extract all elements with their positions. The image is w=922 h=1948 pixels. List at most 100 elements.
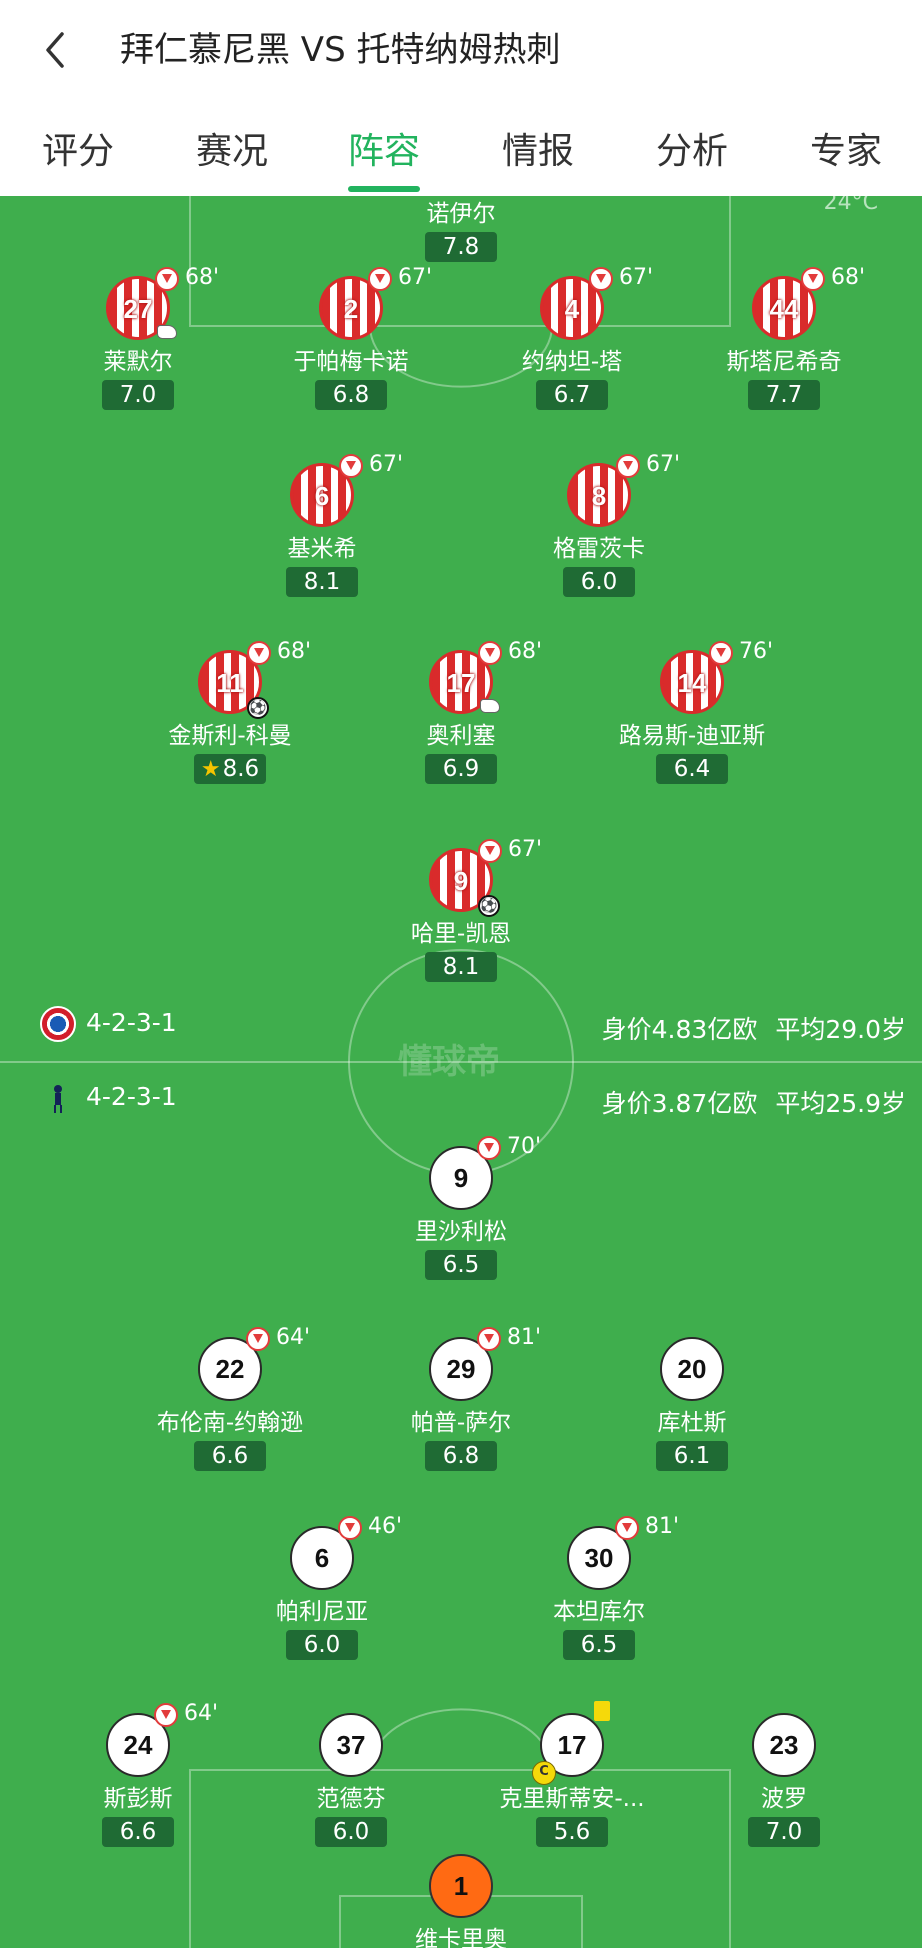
away-player-23[interactable]: 23 波罗 7.0: [654, 1713, 914, 1847]
away-player-20[interactable]: 20 库杜斯 6.1: [562, 1337, 822, 1471]
away-value-info: 身价3.87亿欧 平均25.9岁: [601, 1089, 906, 1118]
player-shirt: 23: [752, 1713, 816, 1777]
player-name: 格雷茨卡: [553, 536, 645, 562]
home-player-8[interactable]: 8 67' 格雷茨卡 6.0: [469, 452, 729, 597]
player-shirt: 2 67': [319, 265, 432, 340]
player-name: 波罗: [761, 1786, 807, 1812]
sub-out-icon: [478, 641, 502, 665]
captain-badge-icon: C: [532, 1761, 556, 1785]
goal-ball-icon: ⚽: [478, 895, 500, 917]
player-rating: 6.5: [425, 1250, 497, 1280]
active-tab-indicator: [348, 186, 420, 192]
sub-out-icon: [589, 267, 613, 291]
player-shirt: 9 67' ⚽: [429, 837, 542, 917]
player-name: 里沙利松: [415, 1219, 507, 1245]
player-name: 帕普-萨尔: [410, 1410, 512, 1436]
sub-out-icon: [368, 267, 392, 291]
home-value-info: 身价4.83亿欧 平均29.0岁: [601, 1015, 906, 1044]
player-shirt: 17 C: [532, 1701, 610, 1785]
player-name: 本坦库尔: [553, 1599, 645, 1625]
player-shirt: 6 67': [290, 452, 403, 527]
player-shirt: 24 64': [106, 1701, 218, 1777]
sub-out-icon: [478, 839, 502, 863]
bayern-logo-icon: [40, 1006, 76, 1042]
player-rating: 7.8: [425, 232, 497, 262]
player-rating: 6.1: [656, 1441, 728, 1471]
tab-experts[interactable]: 专家: [810, 122, 882, 174]
player-shirt: 17 68': [429, 639, 542, 714]
player-rating: 6.0: [286, 1630, 358, 1660]
sub-out-icon: [477, 1136, 501, 1160]
sub-out-icon: [155, 267, 179, 291]
sub-out-icon: [477, 1327, 501, 1351]
player-rating: 5.6: [536, 1817, 608, 1847]
home-player-11[interactable]: 11 68' ⚽ 金斯利-科曼 ★8.6: [100, 639, 360, 784]
player-name: 斯塔尼希奇: [726, 349, 842, 375]
player-rating: 6.9: [425, 754, 497, 784]
player-shirt: 20: [660, 1337, 724, 1401]
player-shirt: 27 68': [106, 265, 219, 340]
sub-out-icon: [615, 1516, 639, 1540]
player-name: 基米希: [287, 536, 357, 562]
player-rating: 6.4: [656, 754, 728, 784]
player-name: 哈里-凯恩: [410, 921, 512, 947]
mvp-star-icon: ★: [200, 757, 221, 782]
player-rating: 6.7: [536, 380, 608, 410]
sub-out-icon: [338, 1516, 362, 1540]
weather-temp: 24°C: [823, 196, 878, 215]
tab-analysis[interactable]: 分析: [656, 122, 728, 174]
goal-ball-icon: ⚽: [247, 697, 269, 719]
player-name: 库杜斯: [657, 1410, 727, 1436]
home-player-44[interactable]: 44 68' 斯塔尼希奇 7.7: [654, 265, 914, 410]
watermark: 懂球帝: [398, 1042, 500, 1082]
player-name: 维卡里奥: [415, 1927, 507, 1948]
away-player-6[interactable]: 6 46' 帕利尼亚 6.0: [192, 1514, 452, 1660]
tab-ratings[interactable]: 评分: [42, 122, 114, 174]
top-bar: 拜仁慕尼黑 VS 托特纳姆热刺: [0, 0, 922, 100]
player-rating: 8.1: [425, 952, 497, 982]
away-player-29[interactable]: 29 81' 帕普-萨尔 6.8: [331, 1325, 591, 1471]
away-player-gk[interactable]: 1 维卡里奥: [331, 1854, 591, 1948]
player-shirt: 1: [429, 1854, 493, 1918]
player-shirt: 8 67': [567, 452, 680, 527]
home-player-9[interactable]: 9 67' ⚽ 哈里-凯恩 8.1: [331, 837, 591, 982]
away-formation: 4-2-3-1: [40, 1080, 177, 1116]
player-shirt: 11 68' ⚽: [198, 639, 311, 719]
player-rating: 7.0: [748, 1817, 820, 1847]
sub-out-icon: [801, 267, 825, 291]
away-player-9[interactable]: 9 70' 里沙利松 6.5: [331, 1134, 591, 1280]
player-rating: 6.6: [102, 1817, 174, 1847]
player-name: 路易斯-迪亚斯: [618, 723, 766, 749]
sub-out-icon: [247, 641, 271, 665]
player-rating: 6.6: [194, 1441, 266, 1471]
player-shirt: 29 81': [429, 1325, 541, 1401]
spurs-logo-icon: [40, 1080, 76, 1116]
player-name: 金斯利-科曼: [168, 723, 292, 749]
player-shirt: 30 81': [567, 1514, 679, 1590]
home-player-6[interactable]: 6 67' 基米希 8.1: [192, 452, 452, 597]
pitch: 24°C 懂球帝 诺伊尔 7.8 27 68' 莱默尔 7.0 2 67' 于帕…: [0, 196, 922, 1948]
tab-bar: 评分 赛况 阵容 情报 分析 专家: [0, 100, 922, 196]
player-rating: 6.5: [563, 1630, 635, 1660]
player-name: 诺伊尔: [426, 201, 496, 227]
match-title: 拜仁慕尼黑 VS 托特纳姆热刺: [120, 30, 561, 70]
player-shirt: 22 64': [198, 1325, 310, 1401]
assist-icon: [157, 325, 177, 339]
player-rating: 6.8: [425, 1441, 497, 1471]
player-shirt: 37: [319, 1713, 383, 1777]
back-arrow-icon[interactable]: [36, 26, 76, 74]
away-player-30[interactable]: 30 81' 本坦库尔 6.5: [469, 1514, 729, 1660]
sub-out-icon: [246, 1327, 270, 1351]
tab-intel[interactable]: 情报: [502, 122, 574, 174]
player-rating: 7.7: [748, 380, 820, 410]
player-shirt: 44 68': [752, 265, 865, 340]
away-player-22[interactable]: 22 64' 布伦南-约翰逊 6.6: [100, 1325, 360, 1471]
home-formation: 4-2-3-1: [40, 1006, 177, 1042]
tab-live[interactable]: 赛况: [196, 122, 268, 174]
tab-lineup[interactable]: 阵容: [348, 122, 420, 174]
home-player-17[interactable]: 17 68' 奥利塞 6.9: [331, 639, 591, 784]
sub-out-icon: [616, 454, 640, 478]
yellow-card-icon: [594, 1701, 610, 1721]
home-player-gk[interactable]: 诺伊尔 7.8: [331, 196, 591, 262]
home-player-14[interactable]: 14 76' 路易斯-迪亚斯 6.4: [562, 639, 822, 784]
